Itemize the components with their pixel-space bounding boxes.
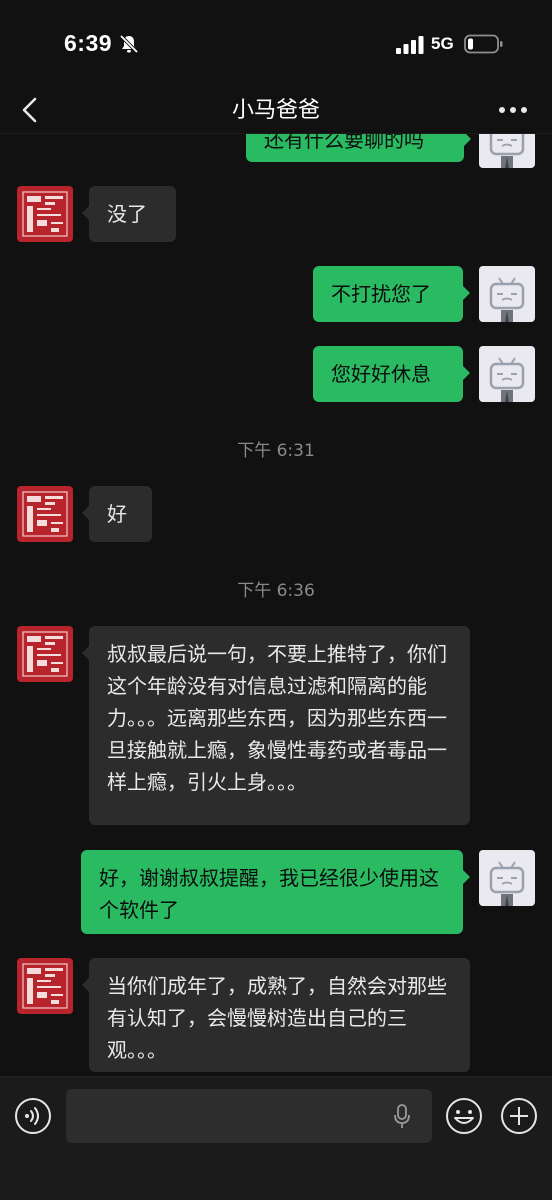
- network-label: 5G: [431, 34, 454, 53]
- message-timestamp: 下午 6:36: [237, 581, 315, 601]
- contact-avatar[interactable]: [17, 486, 73, 542]
- status-time: 6:39: [64, 30, 113, 56]
- tv-avatar-icon: [479, 134, 535, 168]
- plus-icon[interactable]: [500, 1097, 538, 1135]
- contact-avatar-icon: [17, 958, 73, 1014]
- message-bubble[interactable]: 当你们成年了，成熟了，自然会对那些有认知了，会慢慢树造出自己的三观。。。: [82, 958, 470, 1072]
- self-avatar[interactable]: [479, 266, 535, 322]
- contact-avatar-icon: [17, 486, 73, 542]
- mute-icon: [119, 34, 139, 54]
- self-avatar[interactable]: [479, 850, 535, 906]
- emoji-icon[interactable]: [445, 1097, 483, 1135]
- message-list[interactable]: 还有什么要聊的吗 没了 不打扰您了 您好好休息 下午 6:31 好 下午 6:3…: [0, 134, 552, 1076]
- message-bubble[interactable]: 不打扰您了: [313, 266, 470, 322]
- contact-avatar-icon: [17, 626, 73, 682]
- message-bubble[interactable]: 还有什么要聊的吗: [246, 134, 471, 162]
- voice-icon[interactable]: [14, 1097, 52, 1135]
- chat-title: 小马爸爸: [231, 98, 320, 123]
- message-bubble[interactable]: 好: [82, 486, 152, 542]
- message-bubble[interactable]: 好，谢谢叔叔提醒，我已经很少使用这个软件了: [81, 850, 470, 934]
- tv-avatar-icon: [479, 346, 535, 402]
- mic-icon[interactable]: [392, 1103, 412, 1131]
- tv-avatar-icon: [479, 850, 535, 906]
- contact-avatar[interactable]: [17, 958, 73, 1014]
- message-bubble[interactable]: 您好好休息: [313, 346, 470, 402]
- contact-avatar[interactable]: [17, 626, 73, 682]
- message-input[interactable]: [66, 1089, 432, 1143]
- tv-avatar-icon: [479, 266, 535, 322]
- message-timestamp: 下午 6:31: [237, 441, 315, 461]
- self-avatar[interactable]: [479, 346, 535, 402]
- status-bar: 6:39 5G: [0, 0, 552, 88]
- signal-icon: [396, 36, 424, 54]
- input-bar: [0, 1076, 552, 1200]
- self-avatar[interactable]: [479, 134, 535, 168]
- more-icon[interactable]: [496, 98, 530, 122]
- battery-icon: [464, 34, 503, 54]
- contact-avatar-icon: [17, 186, 73, 242]
- chat-header: 小马爸爸: [0, 88, 552, 134]
- contact-avatar[interactable]: [17, 186, 73, 242]
- message-bubble[interactable]: 没了: [82, 186, 176, 242]
- message-bubble[interactable]: 叔叔最后说一句，不要上推特了，你们这个年龄没有对信息过滤和隔离的能力。。。远离那…: [82, 626, 470, 825]
